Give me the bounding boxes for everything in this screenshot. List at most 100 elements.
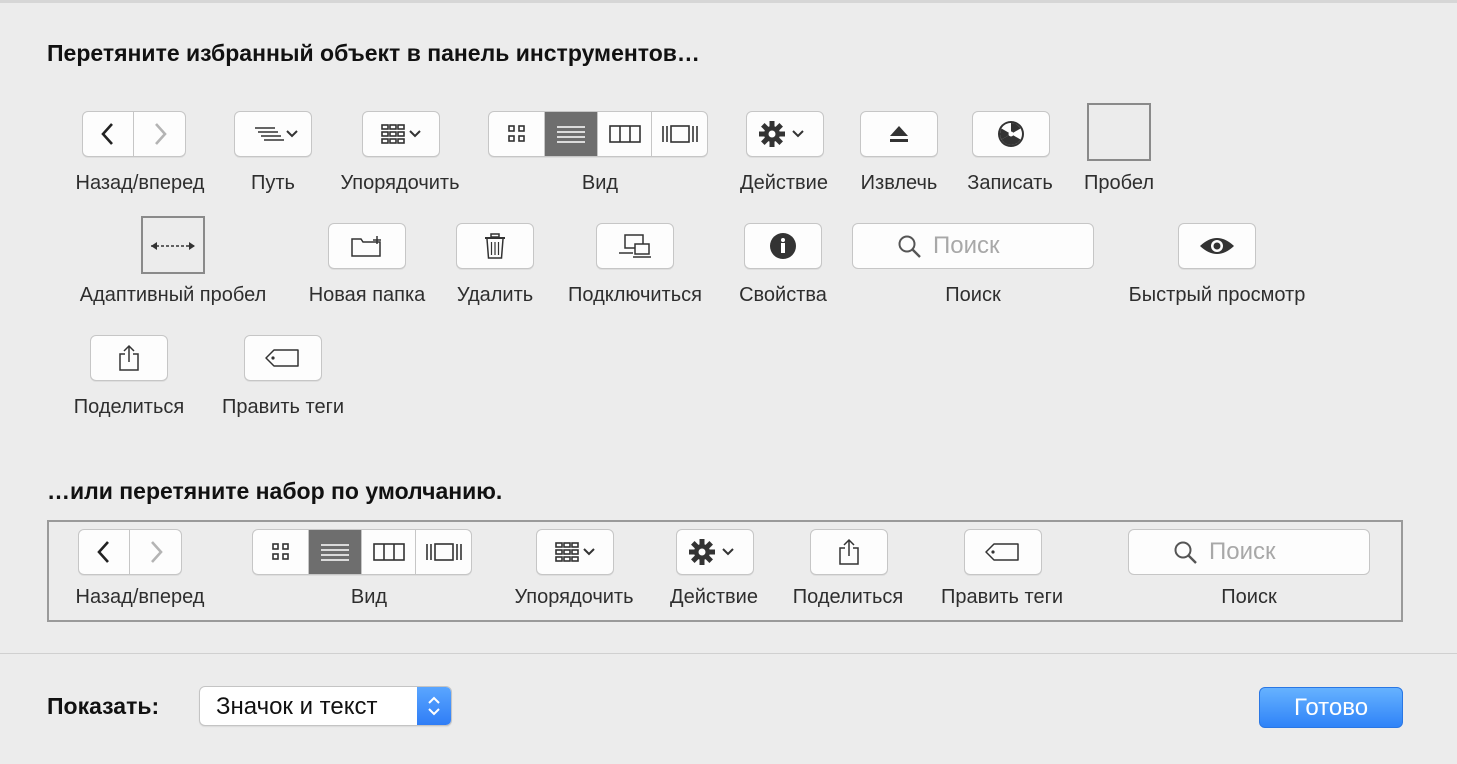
search-field[interactable]: Поиск — [852, 223, 1094, 269]
view-segmented-control[interactable] — [488, 111, 708, 157]
gallery-view-icon — [661, 125, 698, 143]
column-view-icon — [372, 543, 405, 561]
list-view-icon — [557, 126, 585, 143]
flexible-space-item[interactable] — [141, 216, 205, 274]
view-list-segment[interactable] — [545, 112, 598, 156]
default-arrange-label: Упорядочить — [514, 586, 634, 608]
default-forward-button — [130, 530, 181, 574]
default-share-button — [810, 529, 888, 575]
default-view-segmented-control — [252, 529, 472, 575]
delete-button[interactable] — [456, 223, 534, 269]
search-icon — [898, 235, 921, 258]
back-forward-label: Назад/вперед — [75, 172, 205, 194]
popup-stepper[interactable] — [417, 687, 451, 725]
gear-icon — [689, 539, 734, 565]
flexible-space-label: Адаптивный пробел — [79, 284, 267, 306]
default-view-label: Вид — [350, 586, 388, 608]
new-folder-button[interactable] — [328, 223, 406, 269]
default-back-button — [79, 530, 131, 574]
connect-computers-icon — [619, 234, 651, 258]
connect-label: Подключиться — [568, 284, 702, 306]
gear-icon — [759, 121, 804, 147]
column-view-icon — [608, 125, 641, 143]
burn-button[interactable] — [972, 111, 1050, 157]
burn-label: Записать — [967, 172, 1053, 194]
path-label: Путь — [251, 172, 295, 194]
share-icon — [839, 538, 859, 565]
default-action-button — [676, 529, 754, 575]
arrange-button[interactable] — [362, 111, 440, 157]
search-label: Поиск — [945, 284, 1001, 306]
space-item[interactable] — [1087, 103, 1151, 161]
default-back-forward-label: Назад/вперед — [75, 586, 205, 608]
share-button[interactable] — [90, 335, 168, 381]
default-view-gallery-segment — [416, 530, 471, 574]
view-icons-segment[interactable] — [489, 112, 545, 156]
share-icon — [119, 344, 139, 371]
tag-icon — [985, 543, 1019, 561]
back-button[interactable] — [83, 112, 135, 156]
default-set-heading: …или перетяните набор по умолчанию. — [47, 478, 503, 504]
forward-button[interactable] — [134, 112, 185, 156]
palette-heading: Перетяните избранный объект в панель инс… — [47, 40, 700, 66]
edit-tags-label: Править теги — [221, 396, 345, 418]
share-label: Поделиться — [73, 396, 185, 418]
icon-view-icon — [271, 543, 289, 560]
default-edit-tags-label: Править теги — [940, 586, 1064, 608]
chevron-left-icon — [101, 123, 113, 145]
action-label: Действие — [740, 172, 828, 194]
edit-tags-button[interactable] — [244, 335, 322, 381]
quick-look-label: Быстрый просмотр — [1128, 284, 1306, 306]
default-search-label: Поиск — [1221, 586, 1277, 608]
default-view-columns-segment — [362, 530, 416, 574]
back-forward-control[interactable] — [82, 111, 186, 157]
arrange-grid-icon — [555, 542, 595, 562]
arrange-grid-icon — [381, 124, 421, 144]
eject-button[interactable] — [860, 111, 938, 157]
default-arrange-button — [536, 529, 614, 575]
path-menu-icon — [255, 127, 298, 141]
window-top-edge — [0, 0, 1457, 3]
footer-divider — [0, 653, 1457, 654]
default-edit-tags-button — [964, 529, 1042, 575]
default-action-label: Действие — [670, 586, 758, 608]
default-back-forward-control — [78, 529, 182, 575]
quick-look-button[interactable] — [1178, 223, 1256, 269]
show-popup-value: Значок и текст — [216, 693, 378, 720]
view-gallery-segment[interactable] — [652, 112, 707, 156]
done-button[interactable]: Готово — [1259, 687, 1403, 728]
trash-icon — [485, 233, 505, 259]
action-button[interactable] — [746, 111, 824, 157]
default-search-field: Поиск — [1128, 529, 1370, 575]
connect-button[interactable] — [596, 223, 674, 269]
show-popup-button[interactable]: Значок и текст — [199, 686, 452, 726]
search-placeholder: Поиск — [933, 232, 1000, 259]
flexible-space-arrows-icon — [151, 242, 195, 250]
default-view-list-segment — [309, 530, 362, 574]
chevron-left-icon — [97, 541, 109, 563]
burn-radiation-icon — [998, 121, 1024, 147]
view-label: Вид — [581, 172, 619, 194]
show-label: Показать: — [47, 693, 160, 719]
eject-icon — [890, 126, 908, 142]
chevron-up-down-icon — [428, 696, 440, 716]
new-folder-icon — [351, 236, 381, 257]
gallery-view-icon — [425, 543, 462, 561]
chevron-right-icon — [150, 541, 163, 563]
chevron-right-icon — [154, 123, 167, 145]
space-label: Пробел — [1084, 172, 1154, 194]
delete-label: Удалить — [456, 284, 534, 306]
info-label: Свойства — [739, 284, 827, 306]
new-folder-label: Новая папка — [308, 284, 426, 306]
eye-icon — [1200, 238, 1234, 254]
tag-icon — [265, 349, 299, 367]
default-view-icons-segment — [253, 530, 309, 574]
list-view-icon — [321, 544, 349, 561]
view-columns-segment[interactable] — [598, 112, 652, 156]
info-button[interactable] — [744, 223, 822, 269]
path-button[interactable] — [234, 111, 312, 157]
default-share-label: Поделиться — [792, 586, 904, 608]
default-search-placeholder: Поиск — [1209, 538, 1276, 565]
eject-label: Извлечь — [860, 172, 938, 194]
search-icon — [1174, 541, 1197, 564]
